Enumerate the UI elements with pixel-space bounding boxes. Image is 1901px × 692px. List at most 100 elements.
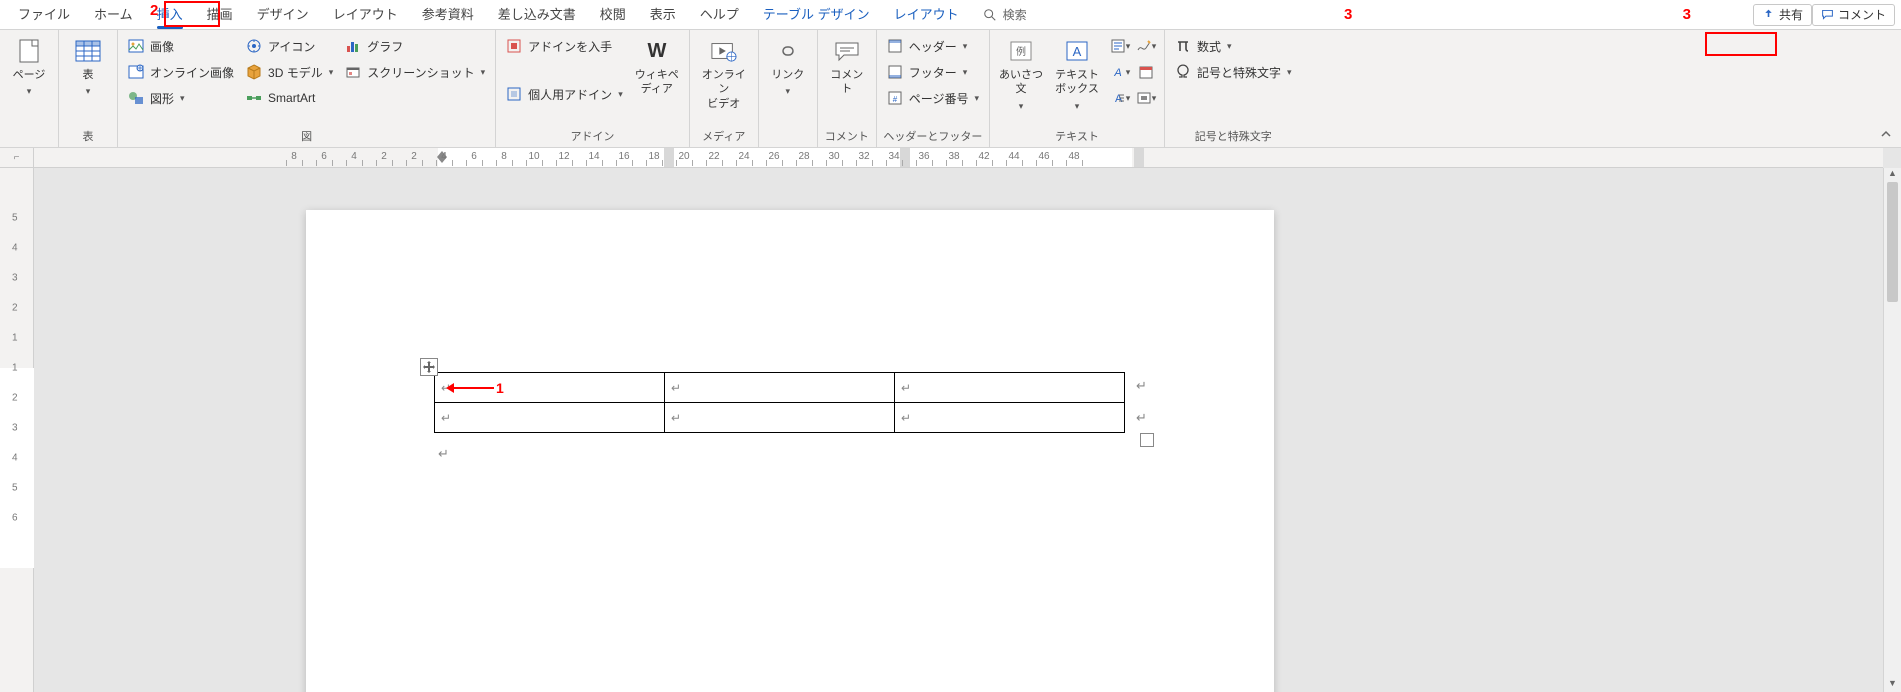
- comments-button[interactable]: コメント: [1812, 4, 1895, 26]
- row-end-mark: ↵: [1136, 410, 1147, 426]
- pictures-button[interactable]: 画像: [124, 34, 238, 58]
- ruler-number: 26: [768, 151, 779, 162]
- vertical-scrollbar[interactable]: ▲ ▼: [1883, 168, 1901, 692]
- table-move-handle[interactable]: [420, 358, 438, 376]
- collapse-ribbon-button[interactable]: [1879, 127, 1893, 141]
- my-addins-button[interactable]: 個人用アドイン ▾: [502, 82, 627, 106]
- dropcap-button[interactable]: A▾: [1108, 86, 1132, 110]
- annotation-2: 2: [150, 2, 158, 19]
- ruler-number: 46: [1038, 151, 1049, 162]
- svg-text:W: W: [647, 40, 666, 62]
- store-icon: [506, 38, 522, 54]
- chart-icon: [345, 38, 361, 54]
- tab-view[interactable]: 表示: [638, 0, 688, 30]
- header-button[interactable]: ヘッダー ▾: [883, 34, 983, 58]
- page-number-button[interactable]: #ページ番号 ▾: [883, 86, 983, 110]
- tab-layout[interactable]: レイアウト: [321, 0, 410, 30]
- scroll-up-button[interactable]: ▲: [1884, 168, 1901, 182]
- horizontal-ruler[interactable]: 8642246810121416182022242628303234363842…: [34, 148, 1883, 168]
- ruler-number: 2: [12, 393, 18, 404]
- online-pictures-button[interactable]: オンライン画像: [124, 60, 238, 84]
- footer-button[interactable]: フッター ▾: [883, 60, 983, 84]
- vruler-ticks: 54321123456: [0, 168, 33, 692]
- greeting-button[interactable]: 例 あいさつ 文▾: [996, 34, 1046, 116]
- svg-text:例: 例: [1016, 45, 1026, 58]
- tab-mailings[interactable]: 差し込み文書: [486, 0, 588, 30]
- tab-draw[interactable]: 描画: [195, 0, 245, 30]
- table-cell[interactable]: ↵: [665, 373, 895, 403]
- pages-button[interactable]: ページ ▾: [6, 34, 52, 101]
- tab-table-design[interactable]: テーブル デザイン: [751, 0, 882, 30]
- ruler-number: 2: [381, 151, 387, 162]
- quick-parts-button[interactable]: ▾: [1108, 34, 1132, 58]
- chevron-down-icon: ▾: [618, 89, 623, 100]
- table-row[interactable]: ↵ ↵ ↵: [435, 403, 1125, 433]
- chevron-down-icon: ▾: [27, 86, 32, 97]
- share-button[interactable]: 共有: [1753, 4, 1812, 26]
- scroll-thumb[interactable]: [1887, 182, 1898, 302]
- insert-comment-button[interactable]: コメント: [824, 34, 870, 101]
- symbol-button[interactable]: 記号と特殊文字 ▾: [1171, 60, 1296, 84]
- wordart-button[interactable]: A▾: [1108, 60, 1132, 84]
- chart-button[interactable]: グラフ: [341, 34, 489, 58]
- ruler-number: 30: [828, 151, 839, 162]
- tab-review[interactable]: 校閲: [588, 0, 638, 30]
- tab-references[interactable]: 参考資料: [410, 0, 486, 30]
- ruler-number: 4: [12, 243, 18, 254]
- group-symbols: 数式 ▾ 記号と特殊文字 ▾ 記号と特殊文字: [1165, 30, 1302, 147]
- search-icon: [983, 8, 997, 22]
- signature-button[interactable]: ▾: [1134, 34, 1158, 58]
- online-video-button[interactable]: オンライン ビデオ: [696, 34, 752, 115]
- annotation-3: 3: [1683, 6, 1691, 23]
- datetime-icon: [1138, 64, 1154, 80]
- ruler-number: 34: [888, 151, 899, 162]
- table-cell[interactable]: ↵: [895, 373, 1125, 403]
- icons-button[interactable]: アイコン: [242, 34, 337, 58]
- datetime-button[interactable]: [1134, 60, 1158, 84]
- link-button[interactable]: リンク ▾: [765, 34, 811, 101]
- wikipedia-button[interactable]: W ウィキペディア: [631, 34, 683, 101]
- chevron-down-icon: ▾: [481, 67, 486, 78]
- omega-icon: [1175, 64, 1191, 80]
- ruler-number: 4: [441, 151, 447, 162]
- chevron-down-icon: ▾: [1287, 67, 1292, 78]
- get-addins-button[interactable]: アドインを入手: [502, 34, 627, 58]
- ruler-number: 2: [12, 303, 18, 314]
- smartart-icon: [246, 90, 262, 106]
- object-icon: [1136, 90, 1152, 106]
- table-cell[interactable]: ↵: [435, 403, 665, 433]
- wordart-icon: A: [1110, 64, 1126, 80]
- table-row[interactable]: ↵ ↵ ↵: [435, 373, 1125, 403]
- table-cell[interactable]: ↵: [895, 403, 1125, 433]
- equation-button[interactable]: 数式 ▾: [1171, 34, 1296, 58]
- svg-text:A: A: [1073, 44, 1082, 59]
- textbox-button[interactable]: A テキスト ボックス▾: [1050, 34, 1104, 116]
- group-header-footer: ヘッダー ▾ フッター ▾ #ページ番号 ▾ ヘッダーとフッター: [877, 30, 990, 147]
- scroll-down-button[interactable]: ▼: [1884, 678, 1901, 692]
- search-box[interactable]: 検索: [971, 6, 1039, 23]
- tab-table-layout[interactable]: レイアウト: [882, 0, 971, 30]
- tab-file[interactable]: ファイル: [6, 0, 82, 30]
- table-resize-handle[interactable]: [1140, 433, 1154, 447]
- object-button[interactable]: ▾: [1134, 86, 1158, 110]
- table-cell[interactable]: ↵: [665, 403, 895, 433]
- document-canvas[interactable]: ↵ ↵ ↵ ↵ ↵ ↵ ↵ ↵ ↵ 1: [34, 168, 1883, 692]
- group-pages: ページ ▾: [0, 30, 59, 147]
- vertical-ruler[interactable]: 54321123456: [0, 168, 34, 692]
- document-table[interactable]: ↵ ↵ ↵ ↵ ↵ ↵: [434, 372, 1125, 433]
- ruler-number: 6: [12, 513, 18, 524]
- annotation-3-num: 3: [1344, 6, 1352, 23]
- tab-design[interactable]: デザイン: [245, 0, 321, 30]
- search-label: 検索: [1003, 6, 1027, 23]
- screenshot-button[interactable]: スクリーンショット ▾: [341, 60, 489, 84]
- shapes-button[interactable]: 図形 ▾: [124, 86, 238, 110]
- smartart-button[interactable]: SmartArt: [242, 86, 337, 110]
- insert-table-button[interactable]: 表 ▾: [65, 34, 111, 101]
- 3d-models-button[interactable]: 3D モデル ▾: [242, 60, 337, 84]
- tab-help[interactable]: ヘルプ: [688, 0, 751, 30]
- ruler-number: 3: [12, 273, 18, 284]
- tab-home[interactable]: ホーム: [82, 0, 145, 30]
- ruler-number: 12: [558, 151, 569, 162]
- shapes-icon: [128, 90, 144, 106]
- hruler-ticks: 8642246810121416182022242628303234363842…: [34, 148, 1883, 167]
